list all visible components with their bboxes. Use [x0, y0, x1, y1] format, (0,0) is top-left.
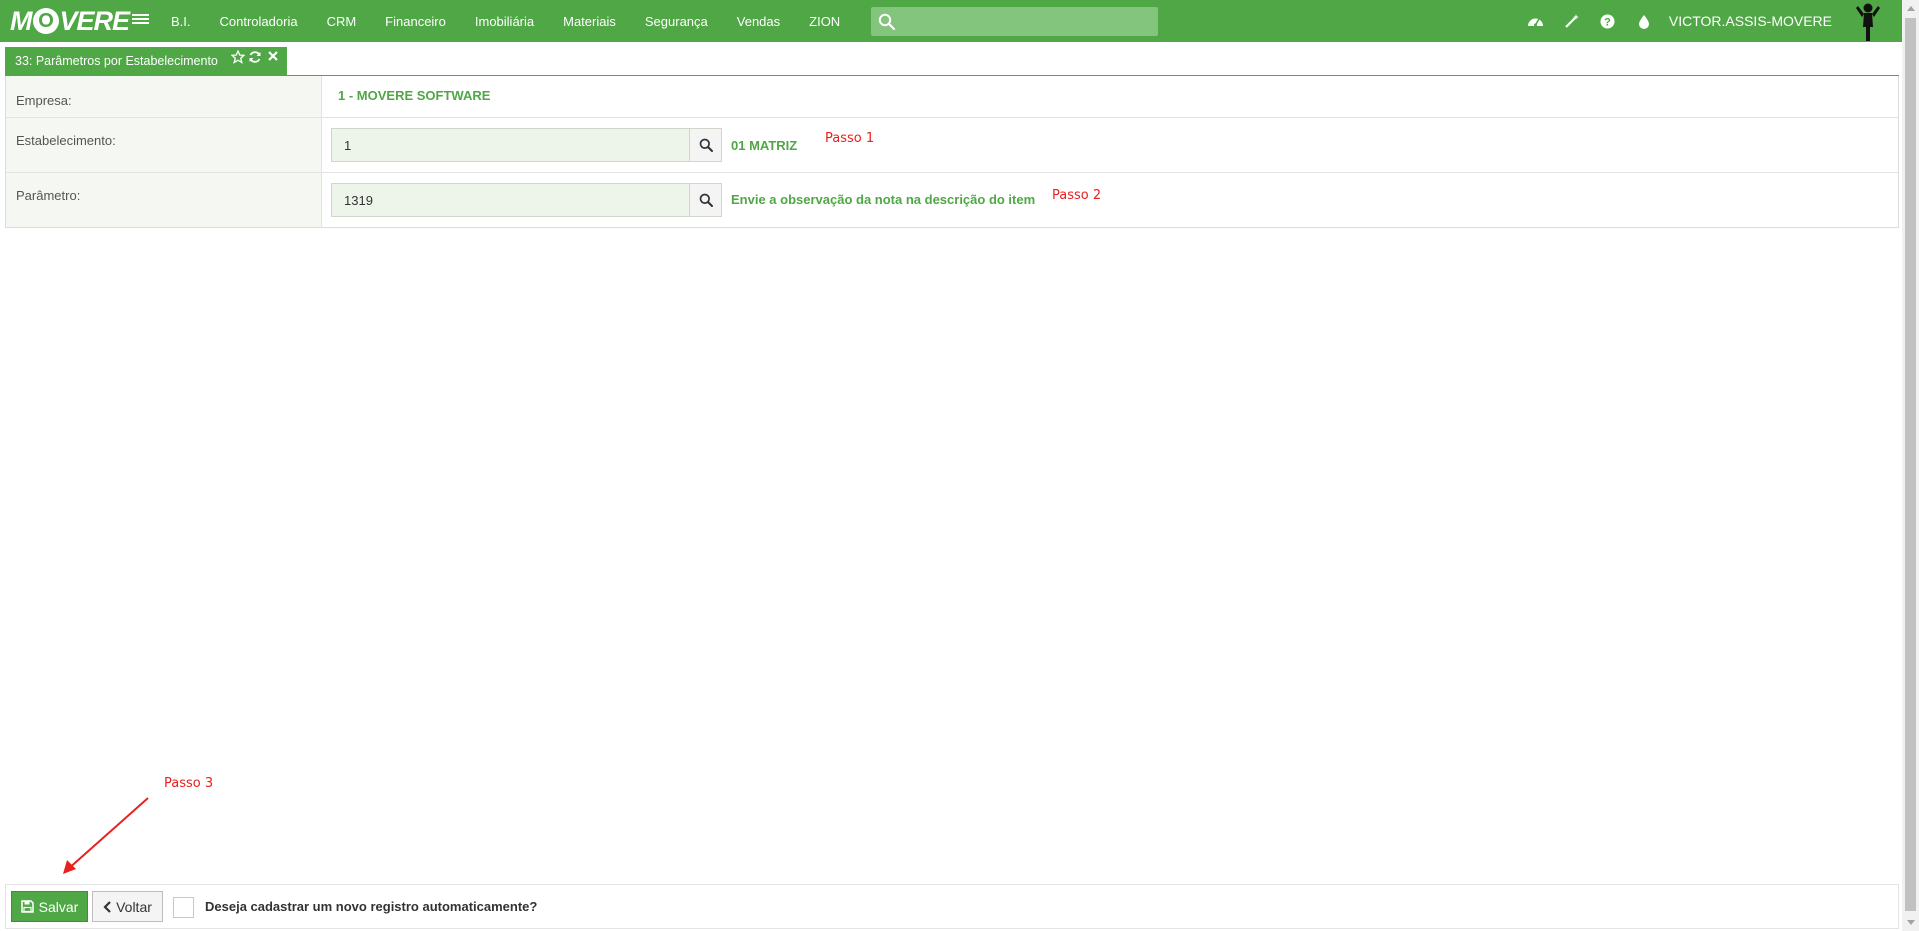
user-avatar-icon[interactable]	[1854, 0, 1882, 42]
annotation-step-3: Passo 3	[164, 776, 214, 791]
auto-new-record-checkbox[interactable]	[173, 897, 194, 918]
nav-item-vendas[interactable]: Vendas	[737, 14, 780, 29]
header-actions: ? VICTOR.ASSIS-MOVERE	[1509, 0, 1882, 42]
nav-item-zion[interactable]: ZION	[809, 14, 840, 29]
empresa-label: Empresa:	[6, 76, 322, 117]
main-nav: B.I. Controladoria CRM Financeiro Imobil…	[171, 0, 869, 42]
nav-item-seguranca[interactable]: Segurança	[645, 14, 708, 29]
floppy-disk-icon	[20, 900, 34, 913]
global-search[interactable]	[871, 7, 1158, 36]
nav-item-imobiliaria[interactable]: Imobiliária	[475, 14, 534, 29]
tab-parametros-estabelecimento[interactable]: 33: Parâmetros por Estabelecimento	[5, 47, 287, 75]
annotation-step-2: Passo 2	[1052, 188, 1102, 203]
estabelecimento-lookup-button[interactable]	[689, 128, 722, 162]
movere-logo[interactable]: M O VERE	[10, 5, 130, 37]
parametro-label: Parâmetro:	[6, 173, 322, 227]
estabelecimento-description: 01 MATRIZ	[731, 138, 798, 153]
username-label[interactable]: VICTOR.ASSIS-MOVERE	[1669, 13, 1832, 29]
annotation-step-1: Passo 1	[825, 131, 875, 146]
search-icon	[699, 193, 713, 207]
tab-title: 33: Parâmetros por Estabelecimento	[15, 54, 218, 68]
nav-item-financeiro[interactable]: Financeiro	[385, 14, 446, 29]
search-icon	[699, 138, 713, 152]
scrollbar-thumb[interactable]	[1905, 18, 1916, 911]
estabelecimento-label: Estabelecimento:	[6, 118, 322, 172]
nav-item-bi[interactable]: B.I.	[171, 14, 191, 29]
svg-text:?: ?	[1605, 16, 1612, 28]
help-icon[interactable]: ?	[1599, 12, 1617, 30]
theme-drop-icon[interactable]	[1635, 12, 1653, 30]
row-parametro: Parâmetro: Envie a observação da nota na…	[6, 172, 1898, 227]
top-navbar: M O VERE B.I. Controladoria CRM Financeiro…	[0, 0, 1902, 42]
scroll-up-arrow-icon[interactable]	[1902, 0, 1919, 17]
nav-item-materiais[interactable]: Materiais	[563, 14, 616, 29]
search-input[interactable]	[903, 7, 1153, 36]
chevron-left-icon	[103, 900, 111, 913]
dashboard-icon[interactable]	[1527, 12, 1545, 30]
annotation-arrow	[63, 797, 149, 874]
auto-new-record-label: Deseja cadastrar um novo registro automa…	[205, 899, 538, 914]
nav-item-crm[interactable]: CRM	[327, 14, 357, 29]
row-estabelecimento: Estabelecimento: 01 MATRIZ Passo 1	[6, 117, 1898, 172]
estabelecimento-input[interactable]	[331, 128, 690, 162]
scroll-down-arrow-icon[interactable]	[1902, 914, 1919, 931]
back-button-label: Voltar	[116, 898, 152, 915]
favorite-star-icon[interactable]	[230, 49, 246, 64]
nav-item-controladoria[interactable]: Controladoria	[220, 14, 298, 29]
parametro-description: Envie a observação da nota na descrição …	[731, 192, 1036, 207]
vertical-scrollbar[interactable]	[1902, 0, 1919, 931]
hamburger-menu-icon[interactable]	[132, 12, 149, 29]
save-button[interactable]: Salvar	[11, 891, 88, 922]
row-empresa: Empresa: 1 - MOVERE SOFTWARE	[6, 76, 1898, 117]
parametro-lookup-button[interactable]	[689, 183, 722, 217]
refresh-icon[interactable]	[248, 50, 262, 64]
form-footer: Salvar Voltar Deseja cadastrar um novo r…	[5, 884, 1899, 929]
magic-wand-icon[interactable]	[1563, 12, 1581, 30]
parametros-form: Empresa: 1 - MOVERE SOFTWARE Estabelecim…	[5, 76, 1899, 228]
empresa-value: 1 - MOVERE SOFTWARE	[338, 88, 491, 103]
search-icon	[878, 13, 896, 31]
save-button-label: Salvar	[38, 898, 79, 915]
back-button[interactable]: Voltar	[92, 891, 163, 922]
close-tab-icon[interactable]	[267, 50, 281, 64]
parametro-input[interactable]	[331, 183, 690, 217]
